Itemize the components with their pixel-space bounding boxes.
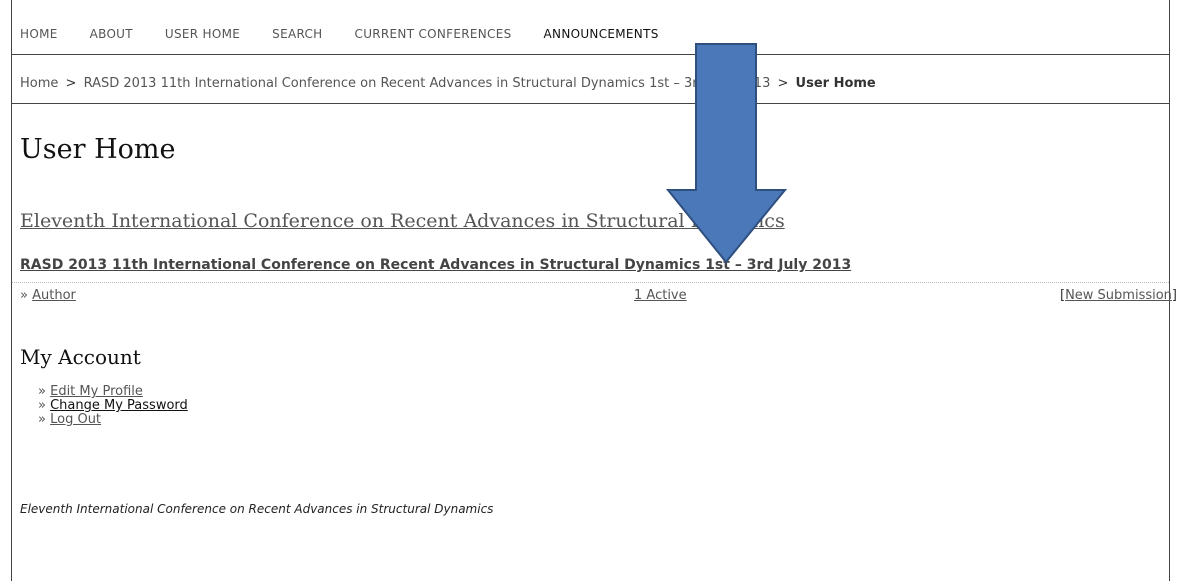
nav-home[interactable]: HOME [20,27,58,41]
nav-search[interactable]: SEARCH [272,27,322,41]
active-count-cell: 1 Active [634,288,687,303]
down-arrow-annotation [666,43,787,264]
list-item: » Log Out [38,413,188,427]
breadcrumb-home[interactable]: Home [20,76,58,91]
top-navigation-bar: HOME ABOUT USER HOME SEARCH CURRENT CONF… [12,0,1169,55]
log-out-link[interactable]: Log Out [50,412,101,427]
role-row: » Author 1 Active [New Submission] [12,282,1177,305]
nav-current-conferences[interactable]: CURRENT CONFERENCES [355,27,512,41]
new-submission-cell: [New Submission] [1060,288,1177,303]
new-submission-link[interactable]: New Submission [1065,288,1172,303]
nav-menu: HOME ABOUT USER HOME SEARCH CURRENT CONF… [20,27,691,41]
bullet-prefix: » [38,398,46,413]
author-role-link[interactable]: Author [32,288,76,303]
breadcrumb-separator: > [65,76,77,91]
breadcrumb-current[interactable]: User Home [796,76,876,91]
nav-user-home[interactable]: USER HOME [165,27,240,41]
list-item: » Change My Password [38,399,188,413]
change-password-link[interactable]: Change My Password [50,398,188,413]
arrow-shape [666,43,787,264]
list-item: » Edit My Profile [38,385,188,399]
bracket-close: ] [1171,288,1177,303]
page-frame: HOME ABOUT USER HOME SEARCH CURRENT CONF… [11,0,1177,581]
nav-about[interactable]: ABOUT [90,27,133,41]
bullet-prefix: » [38,412,46,427]
footer-text: Eleventh International Conference on Rec… [20,502,494,516]
my-account-heading: My Account [20,345,141,369]
edit-profile-link[interactable]: Edit My Profile [50,384,143,399]
role-cell: » Author [20,288,76,303]
nav-announcements[interactable]: ANNOUNCEMENTS [544,27,659,41]
account-links-list: » Edit My Profile » Change My Password »… [38,385,188,427]
page-title: User Home [20,134,176,165]
breadcrumb: Home > RASD 2013 11th International Conf… [12,55,1169,104]
bullet-prefix: » [38,384,46,399]
role-prefix: » [20,288,28,303]
active-submissions-link[interactable]: 1 Active [634,288,687,303]
